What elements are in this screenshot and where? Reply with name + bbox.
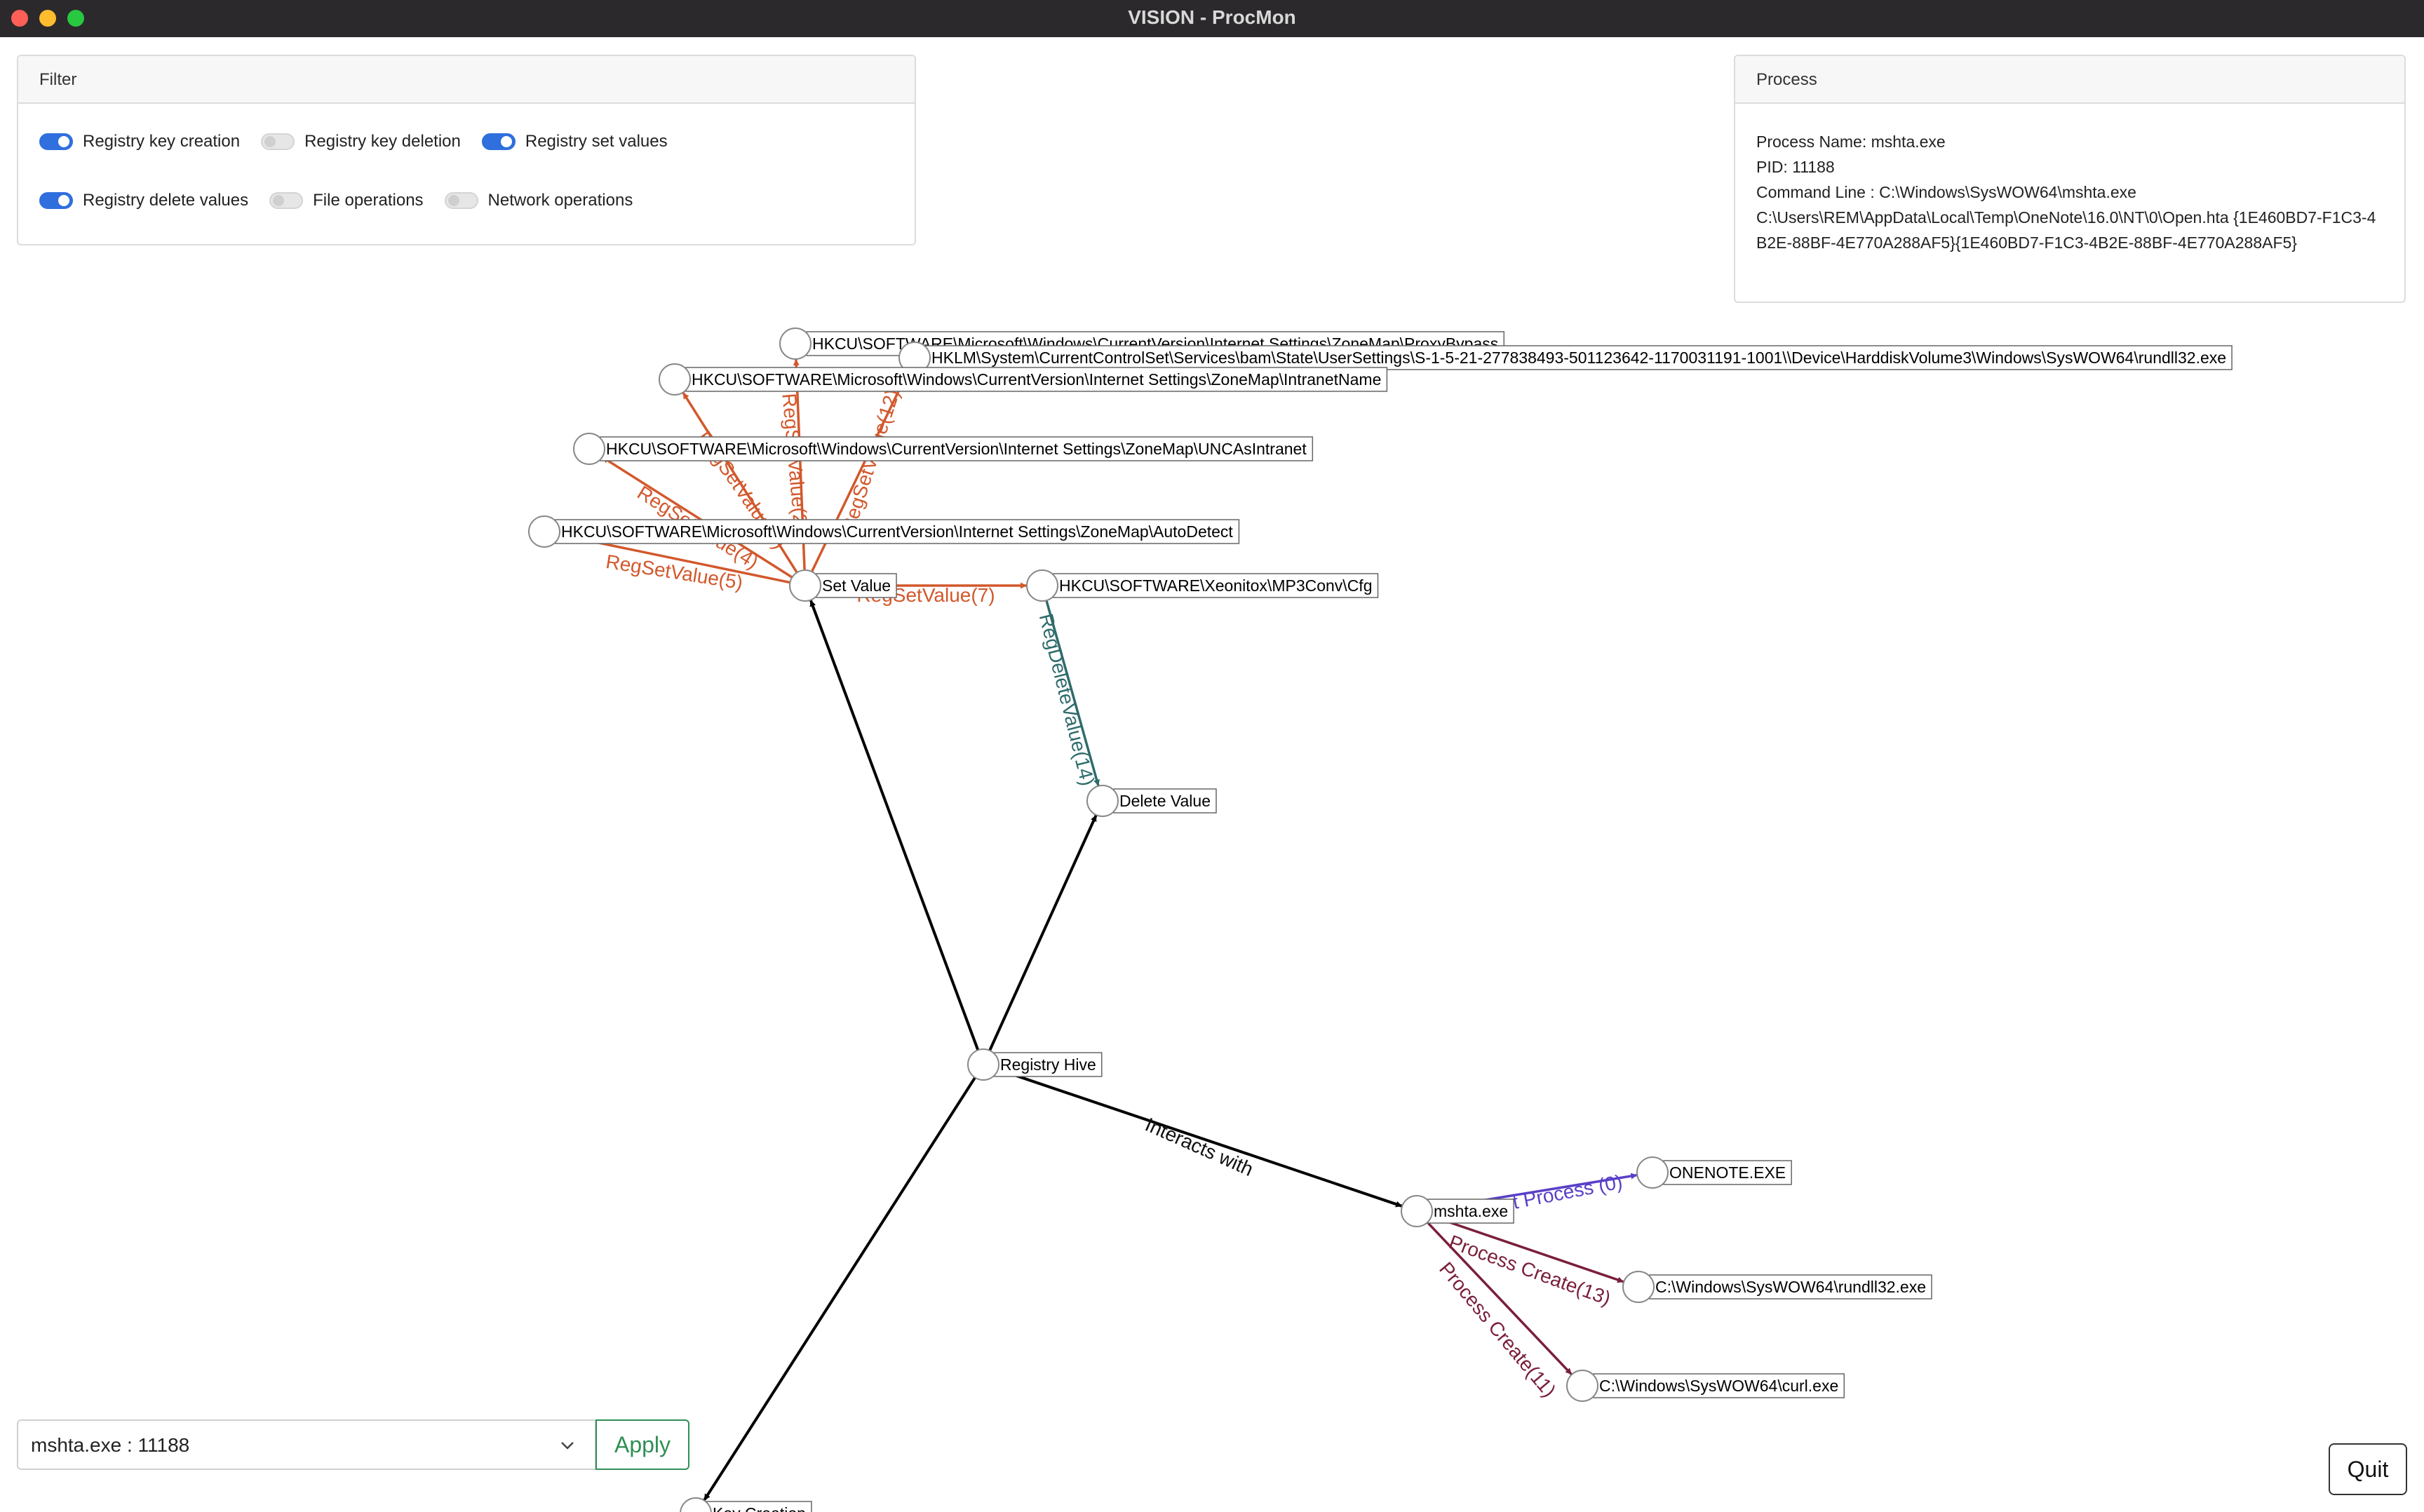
graph-node-circle[interactable]: [1086, 785, 1119, 817]
graph-node-mshta[interactable]: mshta.exe: [1401, 1195, 1514, 1227]
graph-node-label: HKLM\System\CurrentControlSet\Services\b…: [931, 349, 2226, 367]
graph-edge-label: RegSetValue(2): [778, 393, 812, 532]
graph-edge: [809, 599, 980, 1051]
graph-node-label: Delete Value: [1119, 792, 1211, 810]
graph-node-label: HKCU\SOFTWARE\Xeonitox\MP3Conv\Cfg: [1059, 576, 1373, 595]
graph-edge-label: RegSetValue(5): [605, 551, 745, 593]
graph-node-curl[interactable]: C:\Windows\SysWOW64\curl.exe: [1566, 1370, 1845, 1402]
graph-node-label: ONENOTE.EXE: [1669, 1163, 1786, 1182]
graph-node-circle[interactable]: [1401, 1195, 1433, 1227]
graph-node-intranetname[interactable]: HKCU\SOFTWARE\Microsoft\Windows\CurrentV…: [659, 363, 1388, 396]
graph-node-label: Set Value: [822, 576, 891, 595]
quit-button[interactable]: Quit: [2329, 1443, 2407, 1495]
graph-node-deletevalue[interactable]: Delete Value: [1086, 785, 1217, 817]
chevron-down-icon[interactable]: [557, 1435, 578, 1459]
graph-node-circle[interactable]: [1026, 569, 1058, 602]
graph-node-circle[interactable]: [573, 433, 605, 465]
graph-edge: [988, 814, 1098, 1051]
graph-node-circle[interactable]: [528, 515, 560, 548]
graph-node-circle[interactable]: [680, 1497, 712, 1512]
process-select-value: mshta.exe : 11188: [31, 1434, 190, 1456]
graph-edge-label: RegDeleteValue(14): [1035, 612, 1099, 788]
process-graph[interactable]: Interacts withRegSetValue(7)RegSetValue(…: [0, 0, 2424, 1512]
graph-node-circle[interactable]: [779, 328, 812, 360]
graph-node-circle[interactable]: [789, 569, 821, 602]
graph-node-circle[interactable]: [1636, 1156, 1669, 1189]
graph-node-label: C:\Windows\SysWOW64\rundll32.exe: [1655, 1278, 1926, 1296]
graph-node-label: C:\Windows\SysWOW64\curl.exe: [1599, 1377, 1838, 1395]
graph-node-setvalue[interactable]: Set Value: [789, 569, 897, 602]
graph-node-keycreation[interactable]: Key Creation: [680, 1497, 812, 1512]
graph-edge: [703, 1076, 976, 1501]
graph-node-autodetect[interactable]: HKCU\SOFTWARE\Microsoft\Windows\CurrentV…: [528, 515, 1240, 548]
graph-node-circle[interactable]: [1566, 1370, 1598, 1402]
graph-node-label: HKCU\SOFTWARE\Microsoft\Windows\CurrentV…: [606, 440, 1307, 458]
graph-edge-label: Interacts with: [1142, 1114, 1256, 1180]
graph-node-circle[interactable]: [659, 363, 691, 396]
graph-node-label: Registry Hive: [1000, 1055, 1096, 1074]
graph-node-label: mshta.exe: [1434, 1202, 1508, 1220]
apply-button[interactable]: Apply: [595, 1419, 689, 1470]
graph-node-hive[interactable]: Registry Hive: [967, 1048, 1103, 1081]
graph-node-circle[interactable]: [967, 1048, 999, 1081]
graph-node-uncas[interactable]: HKCU\SOFTWARE\Microsoft\Windows\CurrentV…: [573, 433, 1314, 465]
graph-node-rundll32[interactable]: C:\Windows\SysWOW64\rundll32.exe: [1622, 1271, 1932, 1303]
graph-node-circle[interactable]: [1622, 1271, 1655, 1303]
process-select[interactable]: mshta.exe : 11188: [17, 1419, 596, 1470]
graph-node-label: Key Creation: [713, 1504, 806, 1512]
graph-node-label: HKCU\SOFTWARE\Microsoft\Windows\CurrentV…: [561, 522, 1233, 541]
graph-node-onenote[interactable]: ONENOTE.EXE: [1636, 1156, 1792, 1189]
graph-node-xeonitox[interactable]: HKCU\SOFTWARE\Xeonitox\MP3Conv\Cfg: [1026, 569, 1379, 602]
graph-node-label: HKCU\SOFTWARE\Microsoft\Windows\CurrentV…: [692, 370, 1381, 389]
